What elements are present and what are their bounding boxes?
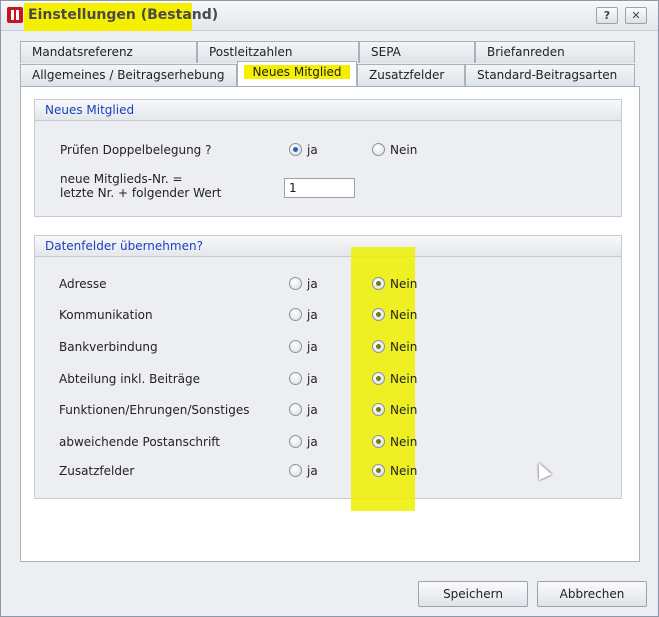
field-row-no-label: Nein bbox=[390, 464, 418, 478]
field-row-yes-radio[interactable] bbox=[289, 277, 302, 290]
tab-briefanreden[interactable]: Briefanreden bbox=[475, 41, 635, 63]
tab-allgemeines[interactable]: Allgemeines / Beitragserhebung bbox=[20, 64, 237, 86]
field-row-no-label: Nein bbox=[390, 403, 418, 417]
group-datenfelder: Datenfelder übernehmen? bbox=[34, 235, 622, 499]
field-row-yes-radio[interactable] bbox=[289, 435, 302, 448]
field-row-yes-radio[interactable] bbox=[289, 464, 302, 477]
next-number-label-line1: neue Mitglieds-Nr. = bbox=[60, 172, 183, 186]
field-row-yes-label: ja bbox=[307, 372, 318, 386]
tab-zusatzfelder[interactable]: Zusatzfelder bbox=[357, 64, 465, 86]
field-row-label: Zusatzfelder bbox=[59, 464, 135, 478]
field-row-no-label: Nein bbox=[390, 435, 418, 449]
field-row-yes-label: ja bbox=[307, 435, 318, 449]
field-row-label: Adresse bbox=[59, 277, 107, 291]
tab-neues-mitglied-label: Neues Mitglied bbox=[244, 65, 350, 79]
field-row-label: Funktionen/Ehrungen/Sonstiges bbox=[59, 403, 250, 417]
field-row-no-radio[interactable] bbox=[372, 464, 385, 477]
field-row-yes-radio[interactable] bbox=[289, 372, 302, 385]
group-datenfelder-title: Datenfelder übernehmen? bbox=[35, 236, 621, 257]
tab-mandatsreferenz[interactable]: Mandatsreferenz bbox=[20, 41, 197, 63]
field-row-yes-radio[interactable] bbox=[289, 340, 302, 353]
field-row-no-radio[interactable] bbox=[372, 340, 385, 353]
app-logo-icon bbox=[7, 7, 23, 23]
tab-standard-beitragsarten[interactable]: Standard-Beitragsarten bbox=[465, 64, 635, 86]
field-row-yes-label: ja bbox=[307, 340, 318, 354]
help-button[interactable]: ? bbox=[596, 7, 618, 24]
group-neues-mitglied-title: Neues Mitglied bbox=[35, 100, 621, 121]
field-row-yes-radio[interactable] bbox=[289, 308, 302, 321]
field-row-label: Kommunikation bbox=[59, 308, 153, 322]
field-row-label: Bankverbindung bbox=[59, 340, 158, 354]
field-row-yes-label: ja bbox=[307, 277, 318, 291]
field-row-no-radio[interactable] bbox=[372, 435, 385, 448]
duplicate-check-no-label: Nein bbox=[390, 143, 418, 157]
settings-dialog: Einstellungen (Bestand) ? ✕ Mandatsrefer… bbox=[0, 0, 659, 617]
tab-postleitzahlen[interactable]: Postleitzahlen bbox=[197, 41, 359, 63]
field-row-no-radio[interactable] bbox=[372, 308, 385, 321]
tab-neues-mitglied[interactable]: Neues Mitglied bbox=[237, 61, 357, 88]
duplicate-check-yes-radio[interactable] bbox=[289, 143, 302, 156]
duplicate-check-label: Prüfen Doppelbelegung ? bbox=[60, 143, 212, 157]
field-row-no-radio[interactable] bbox=[372, 403, 385, 416]
field-row-no-label: Nein bbox=[390, 340, 418, 354]
field-row-no-label: Nein bbox=[390, 277, 418, 291]
tab-sepa[interactable]: SEPA bbox=[359, 41, 475, 63]
field-row-no-radio[interactable] bbox=[372, 372, 385, 385]
window-title: Einstellungen (Bestand) bbox=[28, 7, 219, 23]
field-row-yes-radio[interactable] bbox=[289, 403, 302, 416]
next-number-label-line2: letzte Nr. + folgender Wert bbox=[60, 186, 222, 200]
field-row-label: abweichende Postanschrift bbox=[59, 435, 221, 449]
cancel-button[interactable]: Abbrechen bbox=[537, 581, 647, 607]
save-button[interactable]: Speichern bbox=[418, 581, 528, 607]
field-row-no-label: Nein bbox=[390, 372, 418, 386]
next-number-input[interactable]: 1 bbox=[284, 178, 355, 198]
duplicate-check-yes-label: ja bbox=[307, 143, 318, 157]
field-row-yes-label: ja bbox=[307, 464, 318, 478]
field-row-no-radio[interactable] bbox=[372, 277, 385, 290]
title-bar: Einstellungen (Bestand) ? ✕ bbox=[1, 1, 658, 31]
close-button[interactable]: ✕ bbox=[625, 7, 647, 24]
field-row-label: Abteilung inkl. Beiträge bbox=[59, 372, 201, 386]
field-row-yes-label: ja bbox=[307, 403, 318, 417]
duplicate-check-no-radio[interactable] bbox=[372, 143, 385, 156]
field-row-no-label: Nein bbox=[390, 308, 418, 322]
field-row-yes-label: ja bbox=[307, 308, 318, 322]
